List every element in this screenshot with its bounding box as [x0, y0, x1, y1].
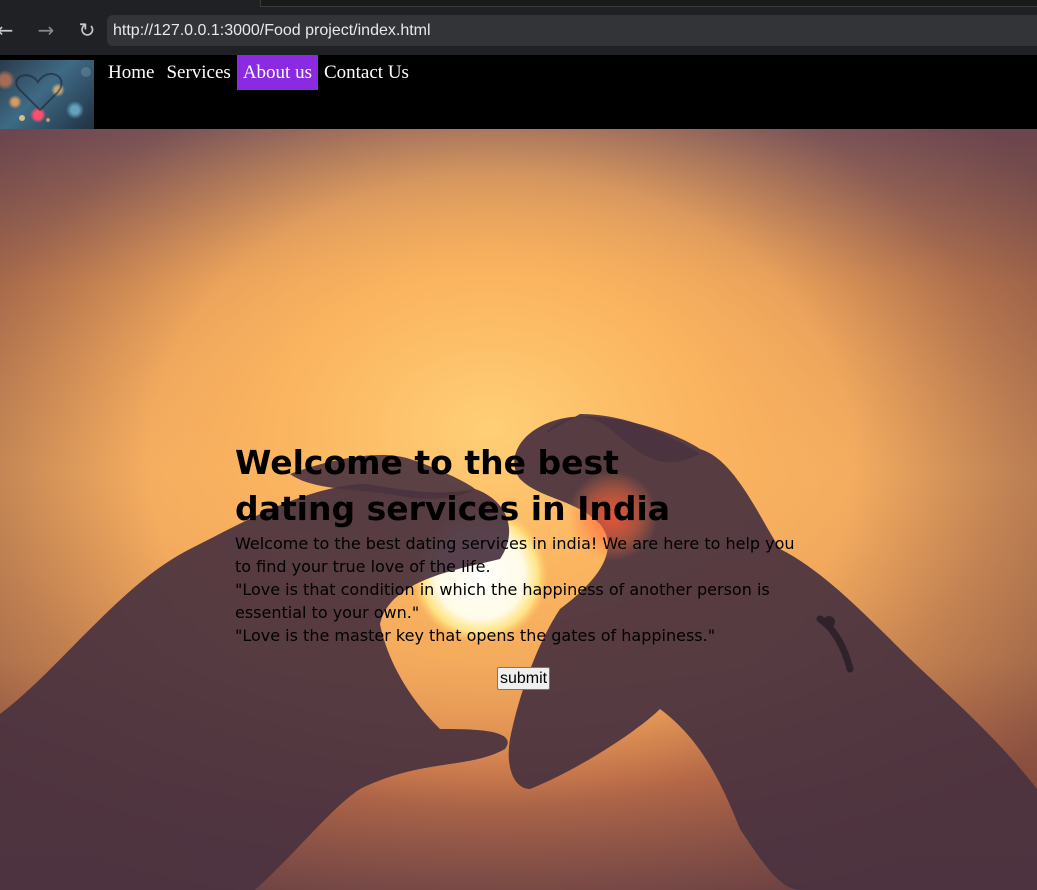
nav-links: Home Services About us Contact Us	[102, 55, 415, 90]
site-navbar: Home Services About us Contact Us	[0, 55, 1037, 129]
nav-link-contact-us[interactable]: Contact Us	[318, 55, 415, 90]
heart-bokeh-logo[interactable]	[0, 60, 94, 129]
quote-1: "Love is that condition in which the hap…	[235, 580, 770, 622]
welcome-section: Welcome to the best dating services in I…	[235, 440, 805, 647]
tab-strip	[260, 0, 1037, 7]
web-page: Home Services About us Contact Us Welcom…	[0, 55, 1037, 890]
nav-link-about-us[interactable]: About us	[236, 55, 318, 90]
submit-button[interactable]: submit	[497, 667, 551, 690]
browser-toolbar: ← → ↻ http://127.0.0.1:3000/Food project…	[0, 0, 1037, 55]
reload-icon[interactable]: ↻	[74, 17, 100, 43]
intro-paragraph: Welcome to the best dating services in i…	[235, 534, 795, 576]
back-icon[interactable]: ←	[0, 17, 18, 43]
submit-container: submit	[497, 667, 551, 690]
nav-link-services[interactable]: Services	[160, 55, 236, 90]
forward-icon[interactable]: →	[33, 17, 59, 43]
address-bar[interactable]: http://127.0.0.1:3000/Food project/index…	[107, 15, 1037, 46]
quote-2: "Love is the master key that opens the g…	[235, 626, 716, 645]
nav-link-home[interactable]: Home	[102, 55, 160, 90]
page-title: Welcome to the best dating services in I…	[235, 443, 671, 528]
